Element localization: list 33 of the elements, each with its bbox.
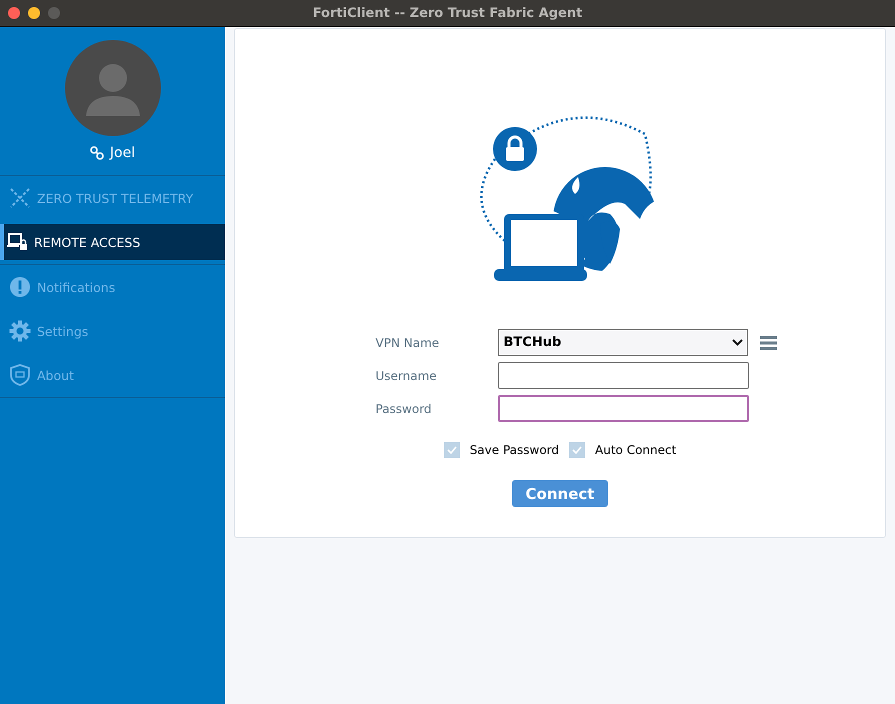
field-label: VPN Name <box>376 336 440 350</box>
avatar-icon <box>64 40 160 136</box>
field-label: Password <box>376 402 433 416</box>
shield-icon <box>9 364 31 386</box>
field-label: Username <box>376 368 438 382</box>
crossed-arrows-icon <box>9 187 31 209</box>
sidebar-item[interactable]: Notifications <box>0 269 225 305</box>
nav-label: Notifications <box>37 280 116 294</box>
vpn-dropdown[interactable]: BTCHub <box>498 329 748 356</box>
chevron-down-icon <box>732 339 742 346</box>
exclamation-icon <box>9 276 31 298</box>
laptop-lock-icon <box>6 232 28 252</box>
check-icon <box>572 446 582 454</box>
window-title: FortiClient -- Zero Trust Fabric Agent <box>312 6 582 20</box>
sidebar-item[interactable]: Settings <box>0 313 225 349</box>
minimize-button[interactable] <box>28 7 40 19</box>
password-field[interactable] <box>498 395 748 422</box>
sidebar-item[interactable]: ZERO TRUST TELEMETRY <box>0 180 225 216</box>
nav-label: About <box>37 368 74 382</box>
sidebar-item[interactable]: About <box>0 357 225 393</box>
option-label: Auto Connect <box>595 443 676 457</box>
check-icon <box>446 446 457 454</box>
close-button[interactable] <box>8 7 20 19</box>
user-name: Joel <box>110 145 136 161</box>
nav-label: REMOTE ACCESS <box>34 234 140 250</box>
sidebar-item[interactable]: REMOTE ACCESS <box>0 224 225 260</box>
nav-label: Settings <box>37 324 88 338</box>
menu-icon[interactable] <box>760 336 776 350</box>
nav-label: ZERO TRUST TELEMETRY <box>37 190 194 206</box>
connect-button[interactable]: Connect <box>512 480 608 507</box>
option-label: Save Password <box>470 443 560 457</box>
username-field[interactable] <box>498 362 748 389</box>
link-icon <box>90 146 104 160</box>
